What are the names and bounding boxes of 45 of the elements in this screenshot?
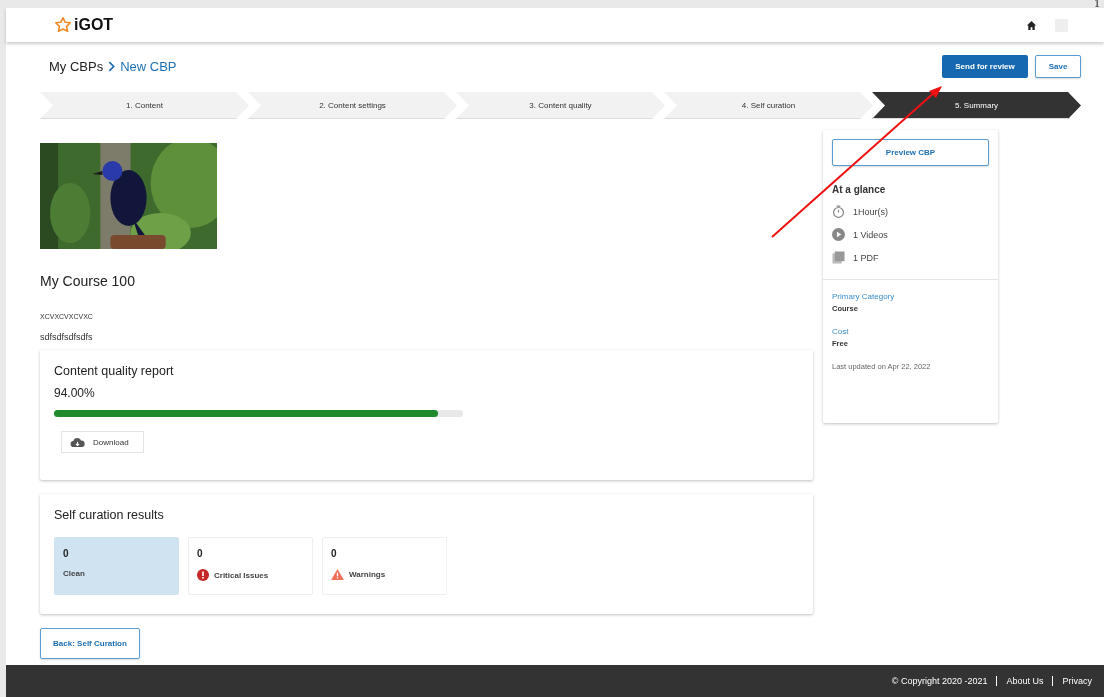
stopwatch-icon — [832, 205, 845, 218]
result-label: Critical Issues — [214, 570, 269, 580]
page-number: 1 — [1094, 0, 1100, 9]
play-icon — [832, 228, 845, 241]
step-tab[interactable]: 3. Content quality — [456, 92, 665, 119]
step-tab[interactable]: 4. Self curation — [664, 92, 873, 119]
footer-link[interactable]: Privacy — [1062, 676, 1092, 686]
result-count: 0 — [63, 548, 70, 559]
save-button[interactable]: Save — [1035, 54, 1081, 78]
quality-score: 94.00% — [54, 386, 96, 400]
home-icon[interactable] — [1026, 19, 1037, 31]
result-tile[interactable]: 0 Warnings — [322, 537, 447, 595]
chevron-right-icon — [108, 60, 116, 72]
download-button[interactable]: Download — [61, 431, 144, 453]
error-icon — [197, 569, 209, 581]
preview-button[interactable]: Preview CBP — [832, 139, 989, 166]
step-tab[interactable]: 1. Content — [40, 92, 249, 119]
footer-link[interactable]: About Us — [1006, 676, 1044, 686]
result-count: 0 — [197, 548, 204, 559]
breadcrumb-current: New CBP — [120, 58, 177, 74]
glance-text: 1Hour(s) — [853, 206, 888, 217]
course-title: My Course 100 — [40, 273, 136, 289]
cloud-download-icon — [70, 436, 85, 448]
document-icon — [832, 251, 845, 264]
step-tab[interactable]: 5. Summary — [872, 92, 1081, 119]
result-count: 0 — [331, 548, 338, 559]
glance-text: 1 PDF — [853, 252, 879, 263]
glance-title: At a glance — [832, 184, 887, 195]
copyright-text: © Copyright 2020 -2021 — [891, 676, 988, 686]
breadcrumb-link[interactable]: My CBPs — [49, 58, 104, 74]
result-tile[interactable]: 0 Clean — [54, 537, 179, 595]
result-label: Clean — [63, 569, 85, 578]
logo-text: iGOT — [74, 16, 114, 34]
field-label: Primary Category — [832, 292, 896, 301]
step-tab[interactable]: 2. Content settings — [248, 92, 457, 119]
result-tile[interactable]: 0 Critical Issues — [188, 537, 313, 595]
result-label: Warnings — [349, 570, 386, 579]
back-button[interactable]: Back: Self Curation — [40, 628, 140, 659]
course-description: sdfsdfsdfsdfs — [40, 332, 94, 342]
glance-text: 1 Videos — [853, 229, 888, 240]
field-label: Cost — [832, 327, 850, 336]
card-title: Content quality report — [54, 364, 175, 378]
send-for-review-button[interactable]: Send for review — [942, 54, 1028, 78]
warning-icon — [331, 569, 344, 580]
card-title: Self curation results — [54, 508, 165, 522]
